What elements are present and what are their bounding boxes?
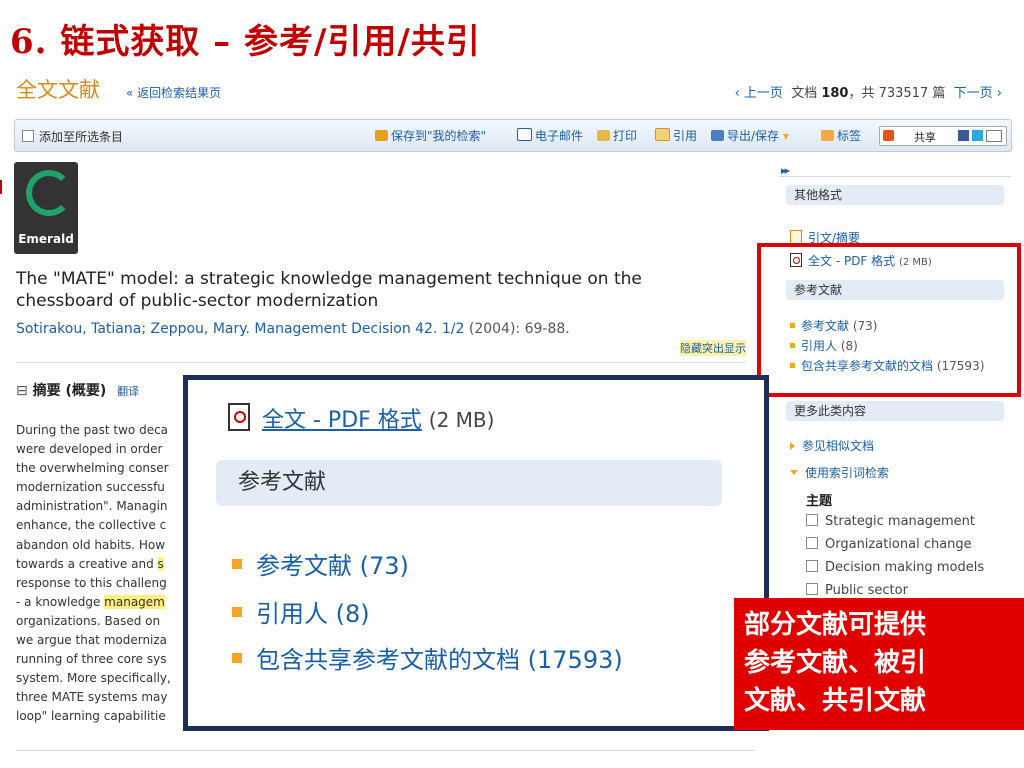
slide-edge-mark <box>0 180 2 194</box>
divider <box>16 750 756 751</box>
other-formats-heading: 其他格式 <box>786 185 1004 205</box>
tag-button[interactable]: 标签 <box>821 127 861 144</box>
export-save-button[interactable]: 导出/保存 ▾ <box>711 127 789 144</box>
prev-page-link[interactable]: ‹ 上一页 <box>735 86 783 101</box>
chevron-down-icon <box>790 470 798 475</box>
index-terms-search-link[interactable]: 使用索引词检索 <box>790 464 889 481</box>
subject-option[interactable]: Strategic management <box>806 514 975 529</box>
abstract-line: towards a creative and s <box>16 556 164 571</box>
abstract-line: running of three core sys <box>16 652 167 667</box>
abstract-line: modernization successfu <box>16 480 165 495</box>
zoom-cited-by-link[interactable]: 引用人 (8) <box>232 594 370 629</box>
subject-option[interactable]: Public sector <box>806 583 908 598</box>
zoom-shared-references-link[interactable]: 包含共享参考文献的文档 (17593) <box>232 640 623 675</box>
slide-title: 6. 链式获取 – 参考/引用/共引 <box>10 22 481 62</box>
subject-heading: 主题 <box>806 494 833 509</box>
cite-button[interactable]: 引用 <box>655 127 697 144</box>
similar-documents-link[interactable]: 参见相似文档 <box>790 437 874 454</box>
abstract-title: 摘要 (概要) <box>32 383 107 399</box>
annotation-line: 参考文献、被引 <box>744 648 927 678</box>
annotation-line: 部分文献可提供 <box>744 610 927 640</box>
abstract-line: were developed in order <box>16 442 163 457</box>
abstract-line: During the past two deca <box>16 423 169 437</box>
publisher-name: Emerald <box>18 232 74 246</box>
bullet-icon <box>232 607 242 617</box>
doc-total: ，共 733517 篇 <box>848 86 946 101</box>
annotation-line: 文献、共引文献 <box>744 686 927 716</box>
print-button[interactable]: 打印 <box>597 127 637 144</box>
abstract-line: abandon old habits. How <box>16 537 166 552</box>
article-citation: Sotirakou, Tatiana; Zeppou, Mary. Manage… <box>16 321 570 337</box>
subject-checkbox[interactable] <box>806 560 818 572</box>
article-title: The "MATE" model: a strategic knowledge … <box>16 269 642 311</box>
abstract-line: three MATE systems may <box>16 690 168 705</box>
abstract-line: response to this challeng <box>16 575 167 590</box>
add-selected-checkbox[interactable] <box>22 130 34 142</box>
subject-option[interactable]: Decision making models <box>806 560 984 575</box>
publisher-logo: Emerald <box>14 162 78 254</box>
abstract-line: loop" learning capabilitie <box>16 709 166 724</box>
more-like-this-heading: 更多此类内容 <box>786 401 1004 421</box>
chevron-right-icon <box>790 442 795 450</box>
translate-link[interactable]: 翻译 <box>117 385 139 398</box>
sidebar-divider <box>779 176 1011 177</box>
twitter-icon <box>972 130 983 141</box>
plus-icon <box>883 130 894 141</box>
subject-checkbox[interactable] <box>806 537 818 549</box>
abstract-line: - a knowledge managem <box>16 594 165 609</box>
pdf-icon <box>228 403 250 431</box>
authors-link[interactable]: Sotirakou, Tatiana; Zeppou, Mary. Manage… <box>16 321 464 337</box>
abstract-line: the overwhelming conser <box>16 461 169 476</box>
abstract-line: organizations. Based on <box>16 613 161 628</box>
divider <box>16 362 746 363</box>
subject-option[interactable]: Organizational change <box>806 537 972 552</box>
document-icon <box>790 230 802 244</box>
doc-label: 文档 <box>791 86 818 101</box>
doc-number: 180 <box>821 86 849 101</box>
share-label: 共享 <box>914 131 936 144</box>
disk-icon <box>711 130 724 141</box>
share-button[interactable]: 共享 <box>879 126 1007 146</box>
abstract-line: enhance, the collective c <box>16 518 167 533</box>
zoom-references-link[interactable]: 参考文献 (73) <box>232 546 409 581</box>
abstract-heading: ⊟ 摘要 (概要) 翻译 <box>16 380 139 400</box>
facebook-icon <box>958 130 969 141</box>
zoom-fulltext-pdf-link[interactable]: 全文 - PDF 格式 (2 MB) <box>228 402 494 434</box>
highlight-frame <box>757 243 1021 397</box>
printer-icon <box>597 130 610 141</box>
zoom-callout: 全文 - PDF 格式 (2 MB) 参考文献 参考文献 (73) 引用人 (8… <box>183 375 769 731</box>
hide-highlight-link[interactable]: 隐藏突出显示 <box>680 340 746 356</box>
add-selected-label: 添加至所选条目 <box>39 130 124 144</box>
mail-icon <box>986 130 1002 142</box>
emerald-ring-icon <box>26 170 72 216</box>
pager: ‹ 上一页 文档 180，共 733517 篇 下一页 › <box>735 82 1002 101</box>
subject-checkbox[interactable] <box>806 514 818 526</box>
email-button[interactable]: 电子邮件 <box>517 127 583 144</box>
envelope-icon <box>517 128 532 141</box>
bullet-icon <box>232 653 242 663</box>
folder-icon <box>375 130 388 141</box>
abstract-text: During the past two deca were developed i… <box>16 421 182 741</box>
abstract-line: system. More specifically, <box>16 671 171 686</box>
bullet-icon <box>232 559 242 569</box>
abstract-line: administration". Managin <box>16 499 168 514</box>
page-title: 全文文献 <box>16 78 100 102</box>
toolbar: 添加至所选条目 保存到"我的检索" 电子邮件 打印 引用 导出/保存 ▾ 标签 … <box>14 119 1012 152</box>
zoom-references-heading: 参考文献 <box>216 460 722 506</box>
cite-icon <box>655 128 670 141</box>
citation-meta: (2004): 69-88. <box>464 321 570 337</box>
abstract-line: we argue that moderniza <box>16 633 168 648</box>
back-to-results-link[interactable]: « 返回检索结果页 <box>126 84 221 101</box>
subject-checkbox[interactable] <box>806 583 818 595</box>
save-search-button[interactable]: 保存到"我的检索" <box>375 127 486 144</box>
next-page-link[interactable]: 下一页 › <box>954 86 1002 101</box>
chevron-down-icon: ▾ <box>782 129 789 143</box>
collapse-icon[interactable]: ⊟ <box>16 383 28 399</box>
tag-icon <box>821 130 834 141</box>
annotation-note: 部分文献可提供 参考文献、被引 文献、共引文献 <box>734 598 1024 730</box>
